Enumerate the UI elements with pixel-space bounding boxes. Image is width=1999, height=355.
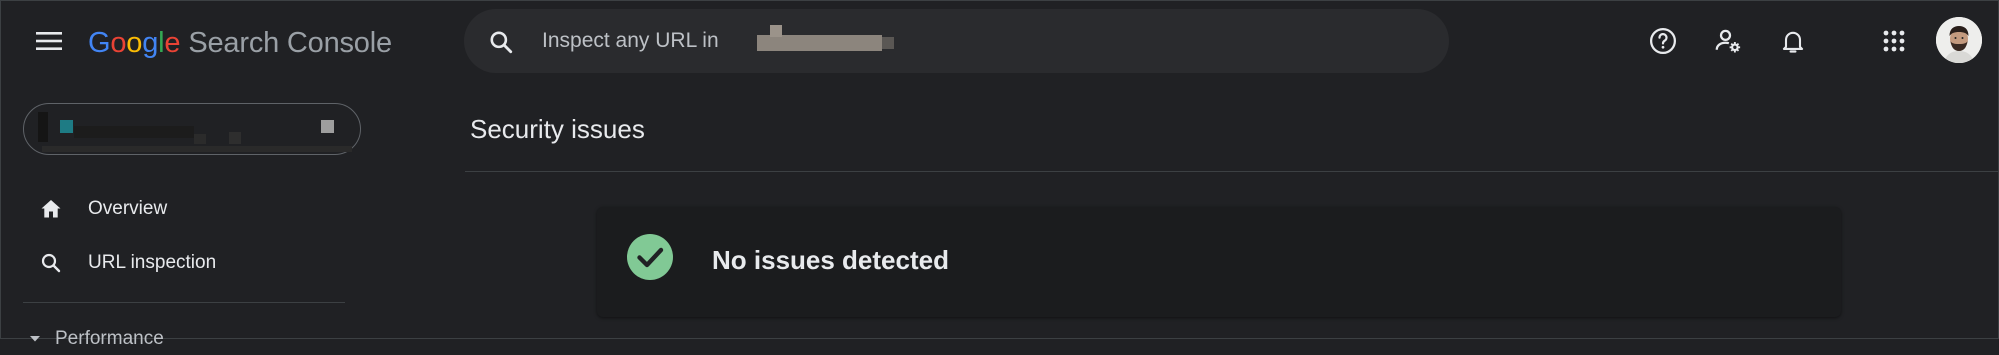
collapse-arrow-icon: [29, 335, 41, 343]
sidebar-section-label: Performance: [55, 328, 164, 349]
manage-users-icon: [1713, 26, 1743, 56]
search-icon: [39, 251, 63, 275]
notifications-icon: [1779, 26, 1807, 56]
url-inspection-search-bar[interactable]: [464, 9, 1449, 73]
check-circle-icon: [627, 234, 673, 280]
sidebar-section-performance[interactable]: Performance: [23, 325, 323, 355]
property-selector[interactable]: [23, 103, 361, 155]
logo-product-name: Search Console: [188, 27, 392, 59]
apps-icon: [1882, 29, 1906, 53]
security-status-card: No issues detected: [597, 207, 1841, 317]
top-app-bar: Google Search Console: [1, 1, 1999, 81]
users-and-permissions-button[interactable]: [1708, 21, 1748, 61]
url-inspection-input[interactable]: [542, 25, 1402, 57]
logo-letter: o: [110, 27, 127, 59]
logo-letter: G: [88, 27, 111, 59]
sidebar-item-url-inspection[interactable]: URL inspection: [23, 239, 343, 287]
sidebar-item-overview[interactable]: Overview: [23, 185, 343, 233]
logo-letter: e: [164, 27, 181, 59]
page-title: Security issues: [470, 114, 645, 144]
notifications-button[interactable]: [1773, 21, 1813, 61]
home-icon: [39, 197, 63, 221]
title-divider: [465, 171, 1999, 172]
sidebar-item-label: URL inspection: [88, 252, 217, 273]
account-avatar[interactable]: [1936, 17, 1982, 63]
logo-letter: g: [142, 27, 159, 59]
main-menu-button[interactable]: [31, 23, 67, 59]
avatar-photo: [1936, 17, 1982, 63]
sidebar-divider: [23, 302, 345, 303]
status-message: No issues detected: [712, 245, 949, 275]
logo-letter: o: [126, 27, 143, 59]
search-icon: [488, 29, 514, 55]
google-apps-button[interactable]: [1874, 21, 1914, 61]
help-button[interactable]: [1643, 21, 1683, 61]
help-icon: [1648, 26, 1678, 56]
search-console-logo[interactable]: Google Search Console: [88, 25, 392, 61]
menu-icon: [36, 31, 62, 51]
sidebar-item-label: Overview: [88, 198, 168, 219]
